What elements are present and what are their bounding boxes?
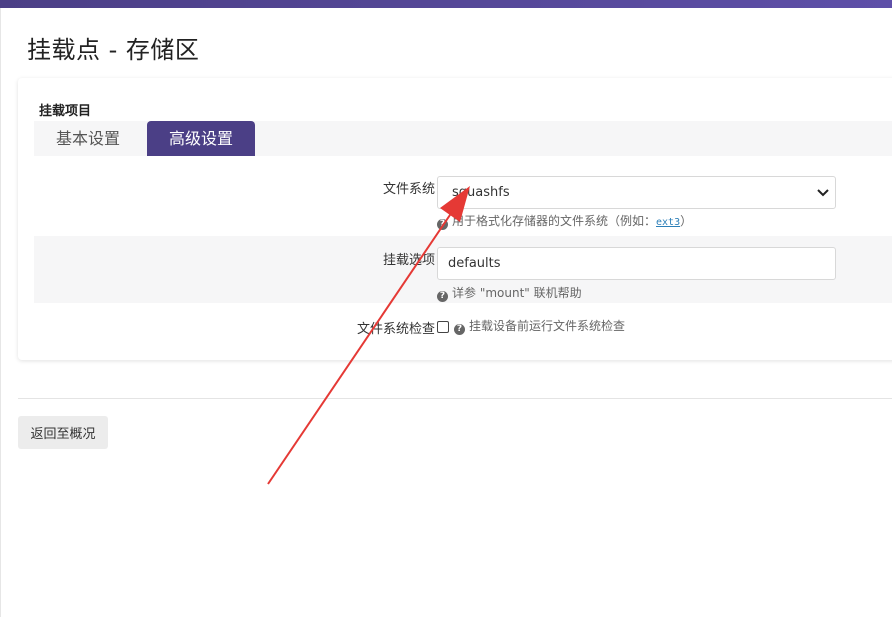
fs-check-label: 文件系统检查 (356, 322, 435, 337)
filesystem-help: ? 用于格式化存储器的文件系统（例如：ext3） (437, 212, 692, 230)
question-circle-icon: ? (437, 219, 448, 230)
ext3-help-link[interactable]: ext3 (656, 217, 680, 228)
filesystem-select[interactable]: squashfs (437, 176, 836, 209)
mount-settings-card: 挂载项目 基本设置 高级设置 文件系统 squashfs ? 用于格式化存储器的文… (18, 78, 892, 360)
fs-check-help-text: 挂载设备前运行文件系统检查 (469, 319, 626, 333)
filesystem-help-suffix: ） (680, 214, 693, 228)
tab-bar: 基本设置 高级设置 (34, 121, 892, 156)
mount-options-help: ? 详参 "mount" 联机帮助 (437, 284, 582, 302)
tab-basic-settings[interactable]: 基本设置 (34, 121, 142, 156)
mount-options-input[interactable] (437, 247, 836, 280)
back-to-overview-button[interactable]: 返回至概况 (18, 416, 108, 449)
divider (18, 398, 892, 399)
mount-options-row: 挂载选项 ? 详参 "mount" 联机帮助 (34, 236, 892, 303)
fs-check-checkbox[interactable] (437, 321, 449, 333)
fs-check-help: ? 挂载设备前运行文件系统检查 (454, 317, 625, 335)
tab-advanced-settings[interactable]: 高级设置 (147, 121, 255, 156)
fs-check-row: 文件系统检查 ? 挂载设备前运行文件系统检查 (34, 310, 892, 340)
mount-options-help-text: 详参 "mount" 联机帮助 (452, 286, 582, 300)
question-circle-icon: ? (437, 291, 448, 302)
filesystem-label: 文件系统 (382, 182, 435, 197)
filesystem-row: 文件系统 squashfs ? 用于格式化存储器的文件系统（例如：ext3） (34, 170, 892, 234)
top-accent-bar (0, 0, 892, 8)
page-title: 挂载点 - 存储区 (27, 36, 200, 64)
question-circle-icon: ? (454, 324, 465, 335)
chevron-down-icon (817, 189, 829, 197)
filesystem-select-value: squashfs (452, 185, 510, 200)
section-label: 挂载项目 (39, 104, 92, 119)
filesystem-help-text: 用于格式化存储器的文件系统（例如： (452, 214, 657, 228)
mount-options-label: 挂载选项 (382, 253, 435, 268)
